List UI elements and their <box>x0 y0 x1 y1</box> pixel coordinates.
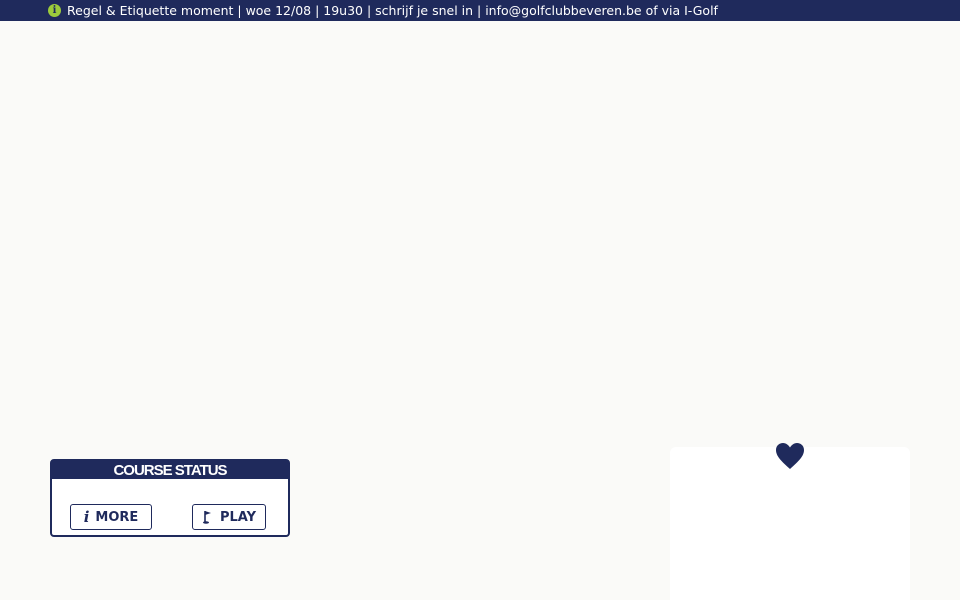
course-status-actions: i MORE PLAY <box>52 479 288 535</box>
announcement-bar: i Regel & Etiquette moment | woe 12/08 |… <box>0 0 960 21</box>
heart-icon[interactable] <box>775 442 805 470</box>
course-status-widget: COURSE STATUS i MORE PLAY <box>50 459 290 537</box>
announcement-prefix: Regel & Etiquette moment | woe 12/08 | 1… <box>67 3 486 18</box>
golf-flag-icon <box>202 510 214 524</box>
course-status-title: COURSE STATUS <box>52 461 288 479</box>
page: i Regel & Etiquette moment | woe 12/08 |… <box>0 0 960 600</box>
play-button-label: PLAY <box>219 509 257 525</box>
info-i-icon: i <box>83 508 90 526</box>
play-button[interactable]: PLAY <box>192 504 266 530</box>
announcement-suffix: of via I-Golf <box>641 3 718 18</box>
announcement-text: Regel & Etiquette moment | woe 12/08 | 1… <box>67 3 718 18</box>
more-button[interactable]: i MORE <box>70 504 152 530</box>
info-icon: i <box>48 4 61 17</box>
announcement-email-link[interactable]: info@golfclubbeveren.be <box>485 3 641 18</box>
more-button-label: MORE <box>95 509 139 525</box>
